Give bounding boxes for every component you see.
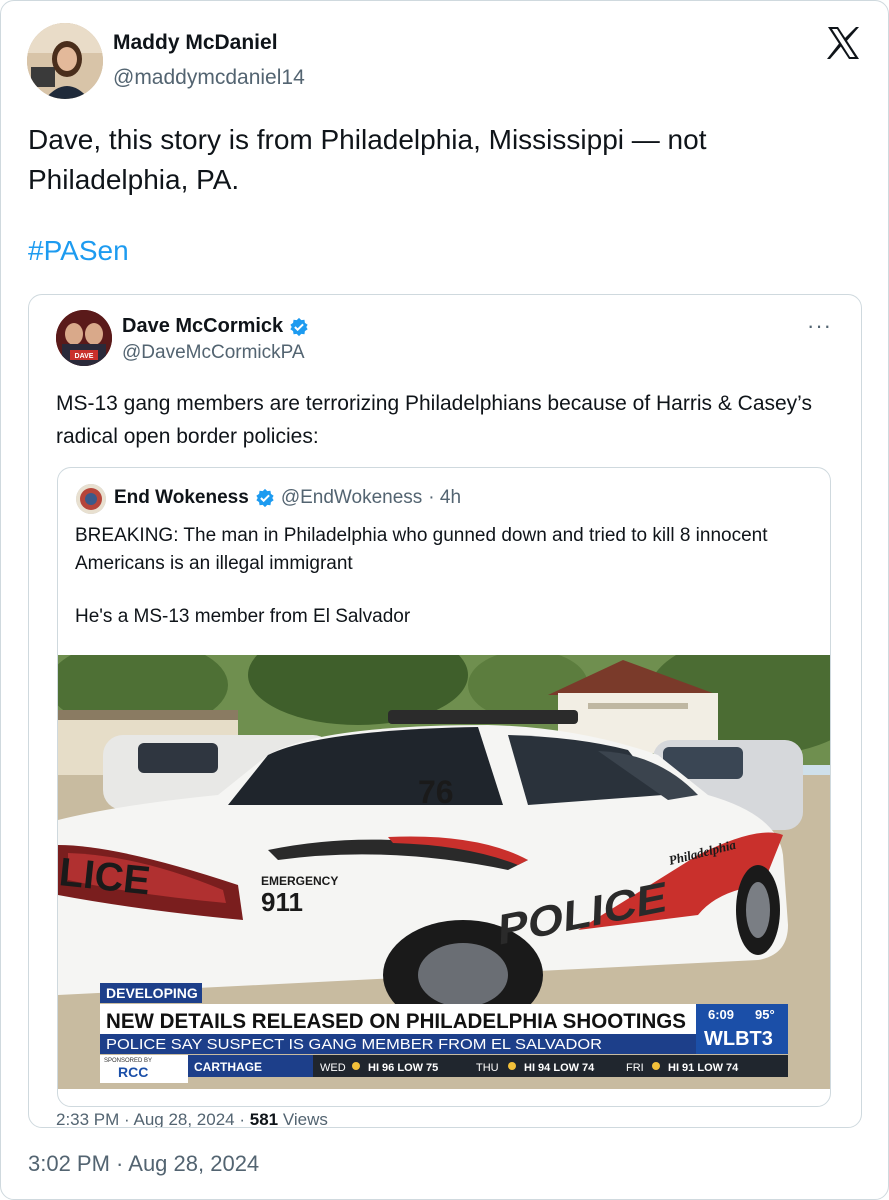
tweet-card: Maddy McDaniel @maddymcdaniel14 Dave, th… [0,0,889,1200]
news-video-still[interactable]: 76 EMERGENCY 911 LICE POLICE Philadelphi… [58,655,830,1089]
nested-author-row[interactable]: End Wokeness @EndWokeness · 4h [114,487,461,509]
views-count: 581 [249,1110,279,1128]
chyron-headline: NEW DETAILS RELEASED ON PHILADELPHIA SHO… [106,1010,686,1033]
forecast-day-3: FRI [626,1062,644,1074]
weather-location: CARTHAGE [194,1060,262,1074]
nested-tweet-text: BREAKING: The man in Philadelphia who gu… [75,525,768,574]
quoted-tweet-text: MS-13 gang members are terrorizing Phila… [56,392,812,448]
forecast-text-3: HI 91 LOW 74 [668,1062,739,1074]
nested-tweet-text-2: He's a MS-13 member from El Salvador [75,606,411,627]
rear-police-text: LICE [58,850,152,903]
emergency-number: 911 [261,887,303,917]
nested-author-handle[interactable]: @EndWokeness [281,487,422,509]
forecast-text-2: HI 94 LOW 74 [524,1062,595,1074]
tweet-timestamp[interactable]: 3:02 PM · Aug 28, 2024 [28,1151,259,1177]
x-logo-icon[interactable] [823,23,863,63]
car-number: 76 [418,774,454,810]
author-avatar[interactable] [27,23,103,99]
forecast-day-1: WED [320,1062,346,1074]
author-name[interactable]: Maddy McDaniel [113,31,278,55]
avatar-dave-label: DAVE [75,353,94,360]
quoted-author-avatar[interactable]: DAVE [56,310,112,366]
forecast-text-1: HI 96 LOW 75 [368,1062,438,1074]
nested-author-name[interactable]: End Wokeness [114,487,249,509]
quoted-author-name[interactable]: Dave McCormick [122,315,283,338]
verified-badge-icon [290,317,308,336]
nested-author-avatar[interactable] [76,484,106,514]
author-handle[interactable]: @maddymcdaniel14 [113,66,305,90]
forecast-day-2: THU [476,1062,499,1074]
nested-tweet-time[interactable]: · 4h [428,487,461,509]
quoted-tweet[interactable]: DAVE Dave McCormick @DaveMcCormickPA ···… [28,294,862,1128]
tweet-text: Dave, this story is from Philadelphia, M… [28,124,707,195]
station-logo: WLBT3 [704,1028,773,1050]
chyron-subheadline: POLICE SAY SUSPECT IS GANG MEMBER FROM E… [106,1036,602,1053]
quoted-author-name-row[interactable]: Dave McCormick [122,315,309,338]
verified-badge-icon [256,488,274,508]
hashtag-link[interactable]: #PASen [28,235,129,267]
sponsor-logo: RCC [118,1064,148,1080]
chyron-clock: 6:09 [708,1007,734,1022]
more-options-icon[interactable]: ··· [807,313,832,339]
quoted-tweet-time[interactable]: 2:33 PM · Aug 28, 2024 · [56,1110,250,1127]
chyron-temp: 95° [755,1007,775,1022]
quoted-author-handle[interactable]: @DaveMcCormickPA [122,342,305,364]
nested-quoted-tweet[interactable]: End Wokeness @EndWokeness · 4h BREAKING:… [57,467,831,1107]
developing-tag: DEVELOPING [106,985,198,1001]
quoted-tweet-footer: 2:33 PM · Aug 28, 2024 · 581 Views [56,1110,328,1128]
emergency-label: EMERGENCY [261,874,338,888]
views-label: Views [278,1110,328,1128]
